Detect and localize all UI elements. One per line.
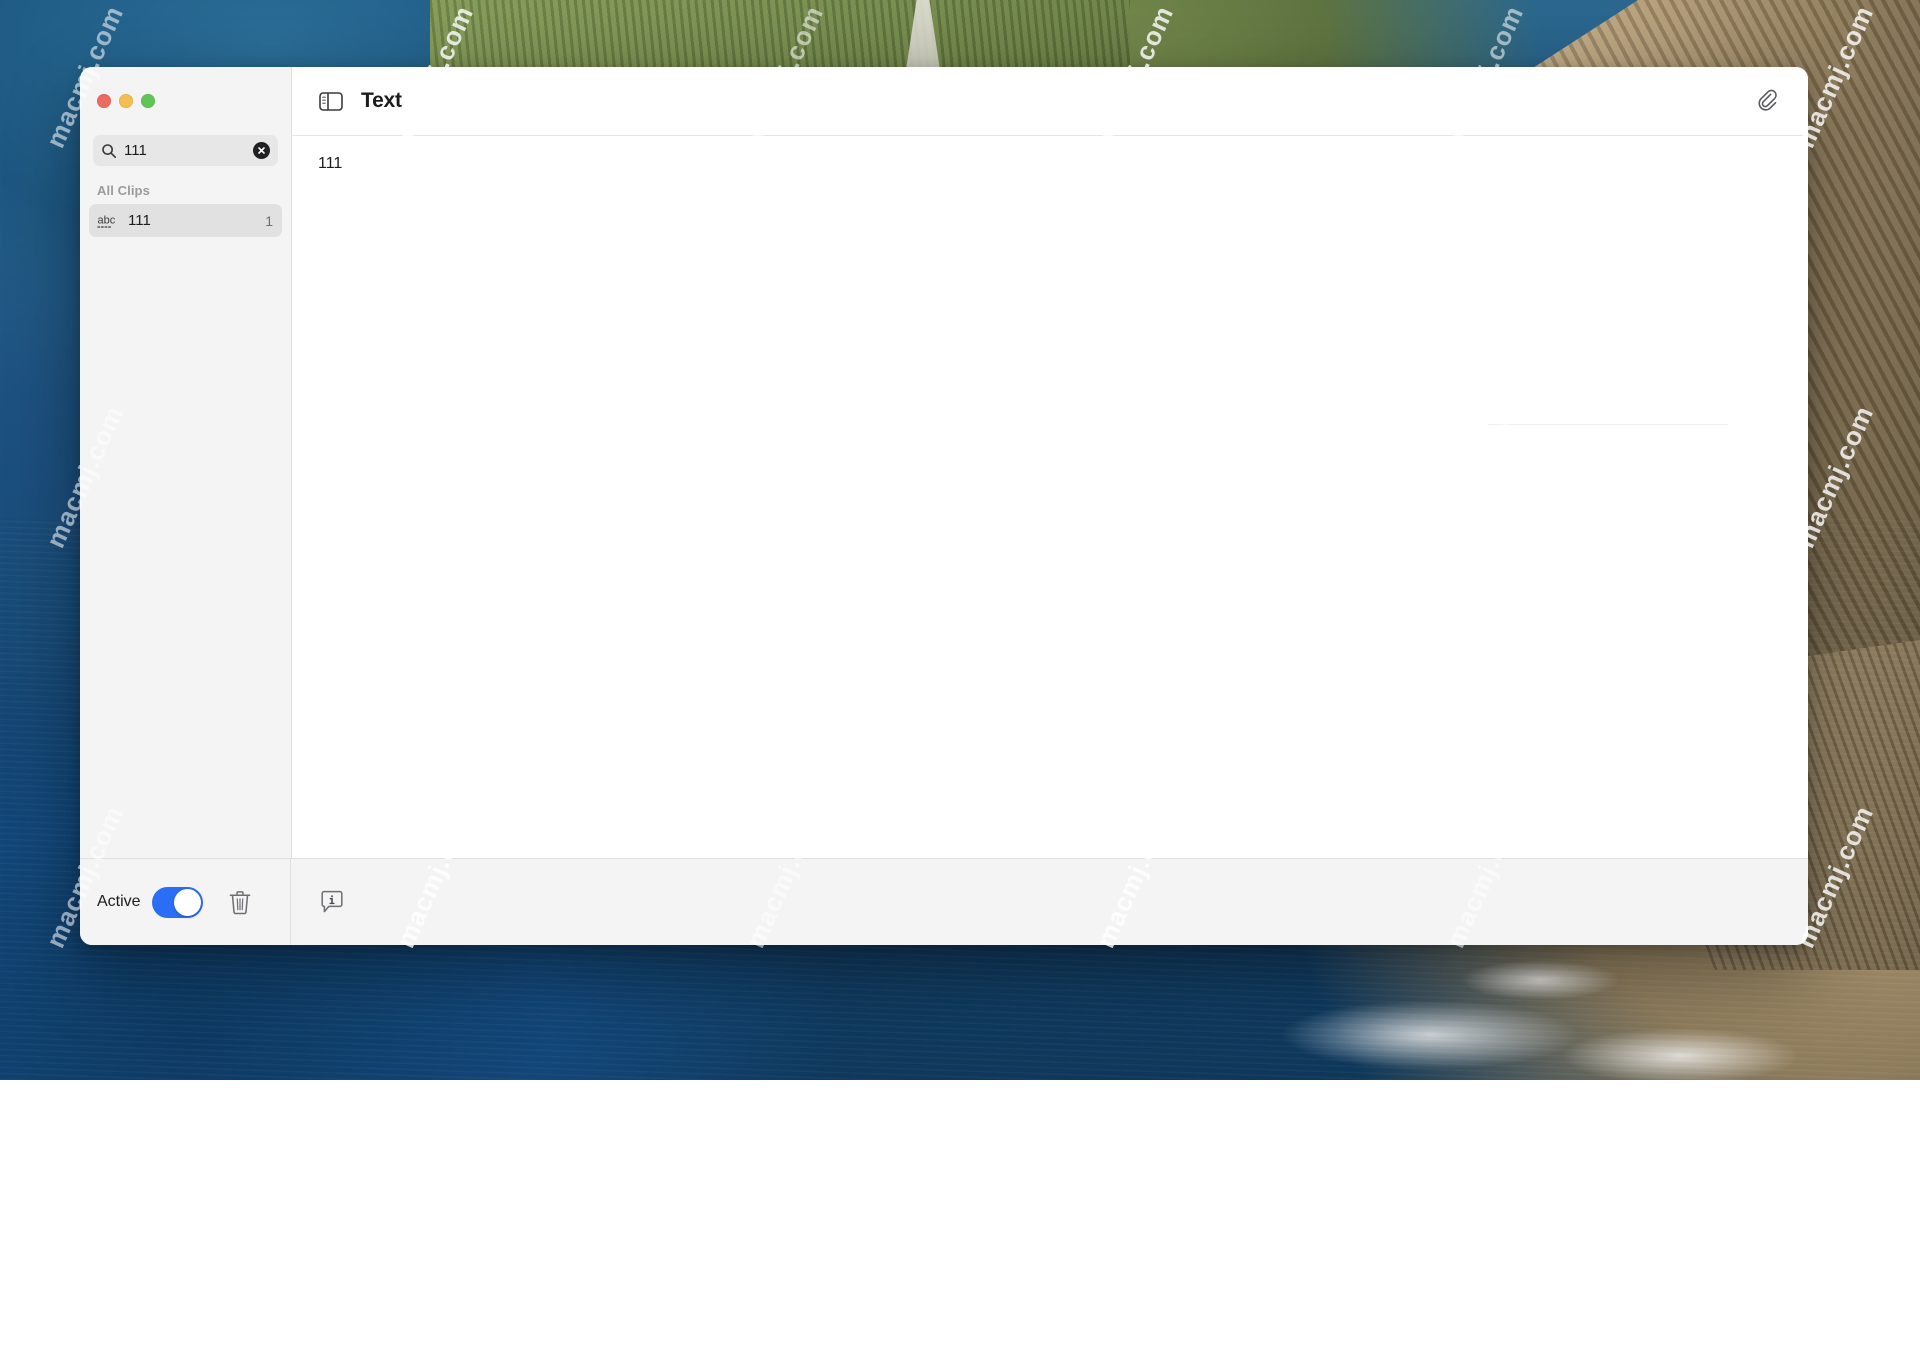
list-item[interactable]: abc 111 1 bbox=[89, 204, 282, 237]
bottom-toolbar-right bbox=[291, 859, 1808, 945]
info-bubble-icon[interactable] bbox=[319, 889, 345, 915]
active-label: Active bbox=[97, 893, 141, 911]
svg-text:abc: abc bbox=[98, 215, 116, 227]
wallpaper-surf bbox=[1460, 960, 1620, 1000]
bottom-toolbar-left: Active bbox=[80, 859, 291, 945]
watermark-text: macmj.com bbox=[390, 1201, 480, 1353]
clear-search-button[interactable] bbox=[253, 142, 270, 159]
toolbar-left-group: Text bbox=[319, 89, 402, 113]
page-title: Text bbox=[361, 89, 402, 113]
app-window: All Clips abc bbox=[80, 67, 1808, 945]
watermark-text: macmj.com bbox=[740, 1201, 830, 1353]
watermark-text: macmj.com bbox=[1790, 1201, 1880, 1353]
sidebar-toggle-icon[interactable] bbox=[319, 92, 343, 111]
zoom-button[interactable] bbox=[141, 94, 155, 108]
list-item-count: 1 bbox=[265, 213, 273, 229]
search-icon bbox=[101, 143, 117, 159]
content-pane: Text 111 bbox=[292, 67, 1808, 858]
abc-text-icon: abc bbox=[97, 212, 119, 229]
window-body: All Clips abc bbox=[80, 67, 1808, 858]
clips-group-header: All Clips bbox=[80, 166, 291, 204]
bottom-toolbar: Active bbox=[80, 858, 1808, 945]
list-item-title: 111 bbox=[128, 212, 256, 229]
sidebar: All Clips abc bbox=[80, 67, 292, 858]
clip-text-editor[interactable]: 111 bbox=[292, 136, 1808, 858]
minimize-button[interactable] bbox=[119, 94, 133, 108]
search-input[interactable] bbox=[124, 142, 246, 159]
wallpaper-surf bbox=[1560, 1028, 1800, 1080]
content-toolbar: Text bbox=[292, 67, 1808, 136]
titlebar-traffic-lights bbox=[80, 67, 291, 135]
trash-icon[interactable] bbox=[228, 889, 252, 915]
active-toggle[interactable] bbox=[152, 887, 203, 918]
search-field[interactable] bbox=[93, 135, 278, 166]
traffic-light-group bbox=[97, 94, 155, 108]
clip-list: abc 111 1 bbox=[80, 204, 291, 237]
watermark-text: macmj.com bbox=[1440, 1201, 1530, 1353]
wallpaper-surf bbox=[1280, 1000, 1580, 1070]
sidebar-filler bbox=[80, 237, 291, 858]
paperclip-icon[interactable] bbox=[1756, 88, 1782, 114]
watermark-text: macmj.com bbox=[1090, 1201, 1180, 1353]
close-button[interactable] bbox=[97, 94, 111, 108]
watermark-text: macmj.com bbox=[40, 1201, 130, 1353]
toggle-knob bbox=[174, 889, 201, 916]
